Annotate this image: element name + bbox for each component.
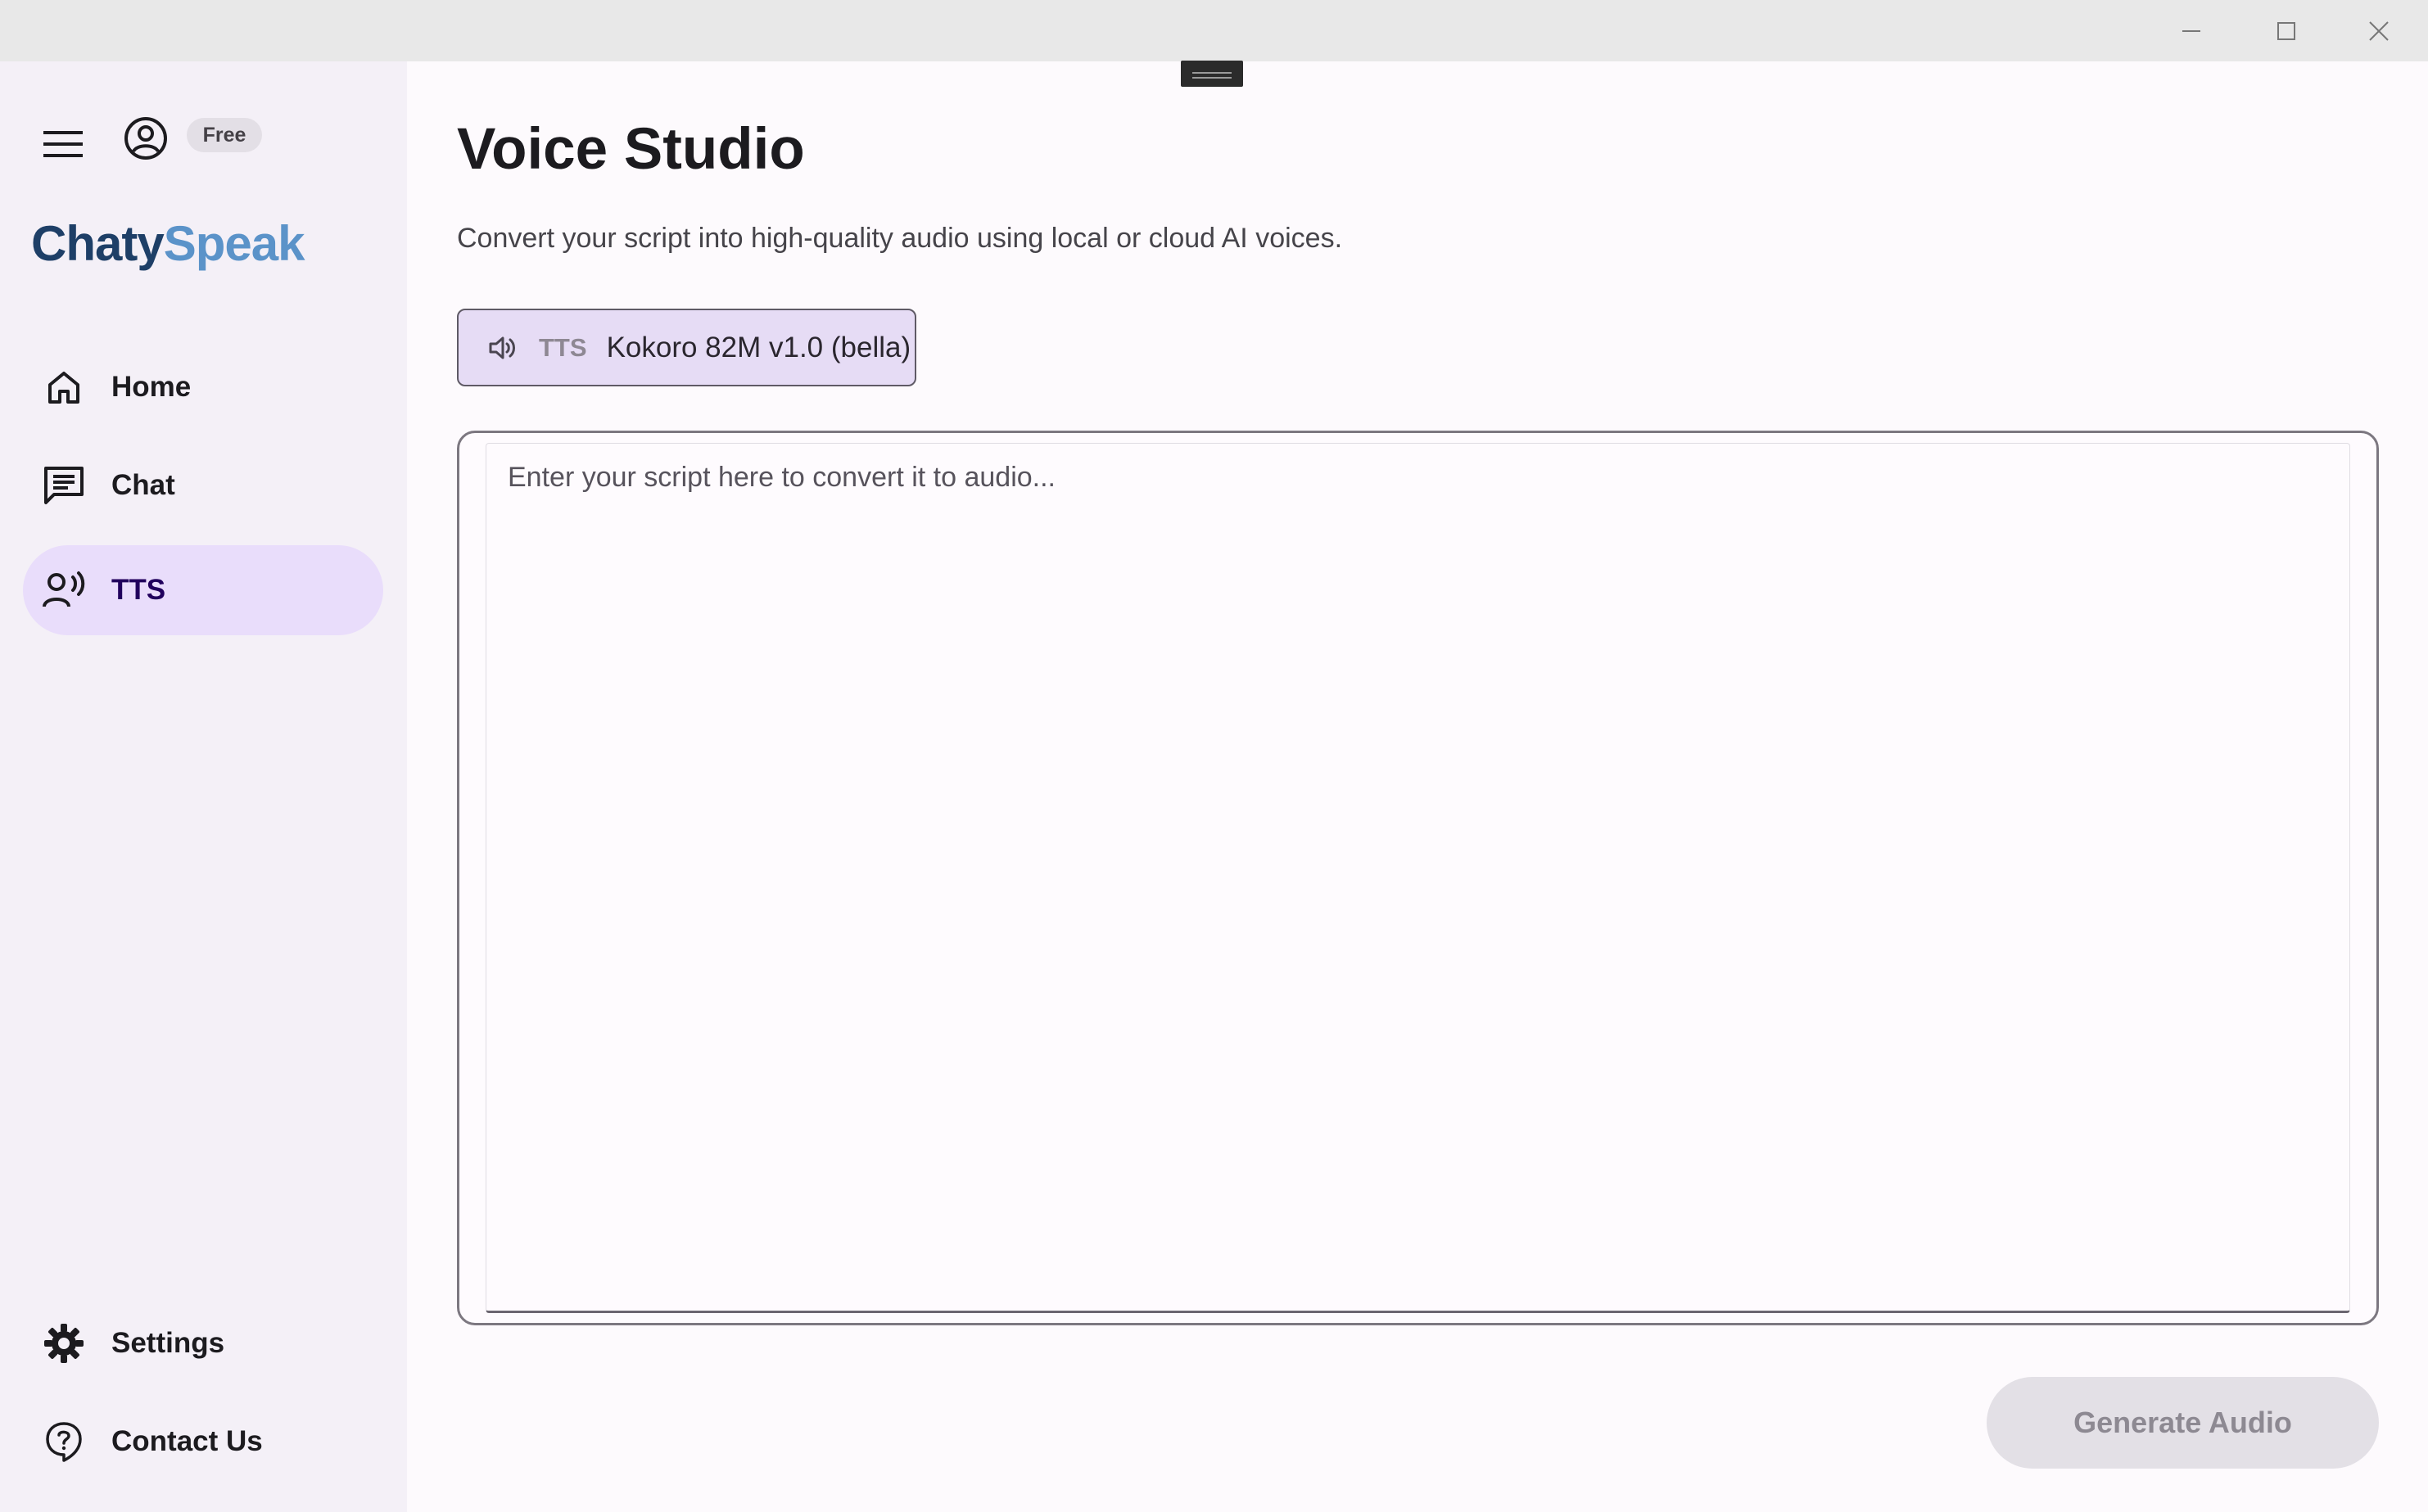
script-input[interactable] bbox=[486, 444, 2349, 1311]
chip-tag: TTS bbox=[539, 332, 587, 362]
sidebar-item-label: TTS bbox=[111, 574, 166, 606]
menu-button[interactable] bbox=[36, 117, 90, 171]
plan-badge: Free bbox=[187, 118, 262, 152]
close-icon bbox=[2369, 20, 2389, 41]
help-icon bbox=[41, 1419, 87, 1465]
sidebar: Free ChatySpeak Home Chat TTS Settings C… bbox=[0, 61, 407, 1512]
sidebar-item-tts[interactable]: TTS bbox=[23, 545, 383, 635]
drag-handle[interactable] bbox=[1181, 61, 1243, 87]
chat-icon bbox=[41, 463, 87, 508]
window-minimize-button[interactable] bbox=[2146, 0, 2236, 61]
sidebar-item-settings[interactable]: Settings bbox=[23, 1298, 383, 1388]
generate-audio-button[interactable]: Generate Audio bbox=[1987, 1377, 2379, 1469]
gear-icon bbox=[41, 1320, 87, 1366]
page-title: Voice Studio bbox=[457, 117, 805, 182]
window-maximize-button[interactable] bbox=[2241, 0, 2331, 61]
account-button[interactable] bbox=[120, 112, 172, 165]
window-titlebar[interactable] bbox=[0, 0, 2428, 61]
script-editor-frame bbox=[486, 443, 2350, 1313]
sidebar-item-label: Chat bbox=[111, 469, 175, 501]
speaker-icon bbox=[486, 332, 519, 364]
hamburger-menu-icon bbox=[43, 131, 83, 157]
sidebar-item-contact[interactable]: Contact Us bbox=[23, 1397, 383, 1487]
app-logo: ChatySpeak bbox=[31, 215, 305, 272]
account-circle-icon bbox=[124, 117, 167, 160]
logo-text-part2: Speak bbox=[163, 216, 305, 271]
page-subtitle: Convert your script into high-quality au… bbox=[457, 223, 1343, 254]
logo-text-part1: Chaty bbox=[31, 216, 165, 271]
sidebar-item-label: Contact Us bbox=[111, 1425, 263, 1457]
sidebar-item-label: Settings bbox=[111, 1327, 225, 1359]
model-name: Kokoro 82M v1.0 (bella) bbox=[606, 331, 911, 363]
sidebar-item-home[interactable]: Home bbox=[23, 342, 383, 432]
minimize-icon bbox=[2182, 29, 2200, 32]
home-icon bbox=[41, 364, 87, 410]
model-selector-chip[interactable]: TTS Kokoro 82M v1.0 (bella) bbox=[457, 309, 916, 386]
sidebar-item-chat[interactable]: Chat bbox=[23, 440, 383, 530]
sidebar-item-label: Home bbox=[111, 371, 192, 403]
maximize-icon bbox=[2277, 21, 2295, 40]
script-editor-container bbox=[457, 431, 2379, 1325]
voice-icon bbox=[41, 567, 87, 613]
window-close-button[interactable] bbox=[2334, 0, 2424, 61]
